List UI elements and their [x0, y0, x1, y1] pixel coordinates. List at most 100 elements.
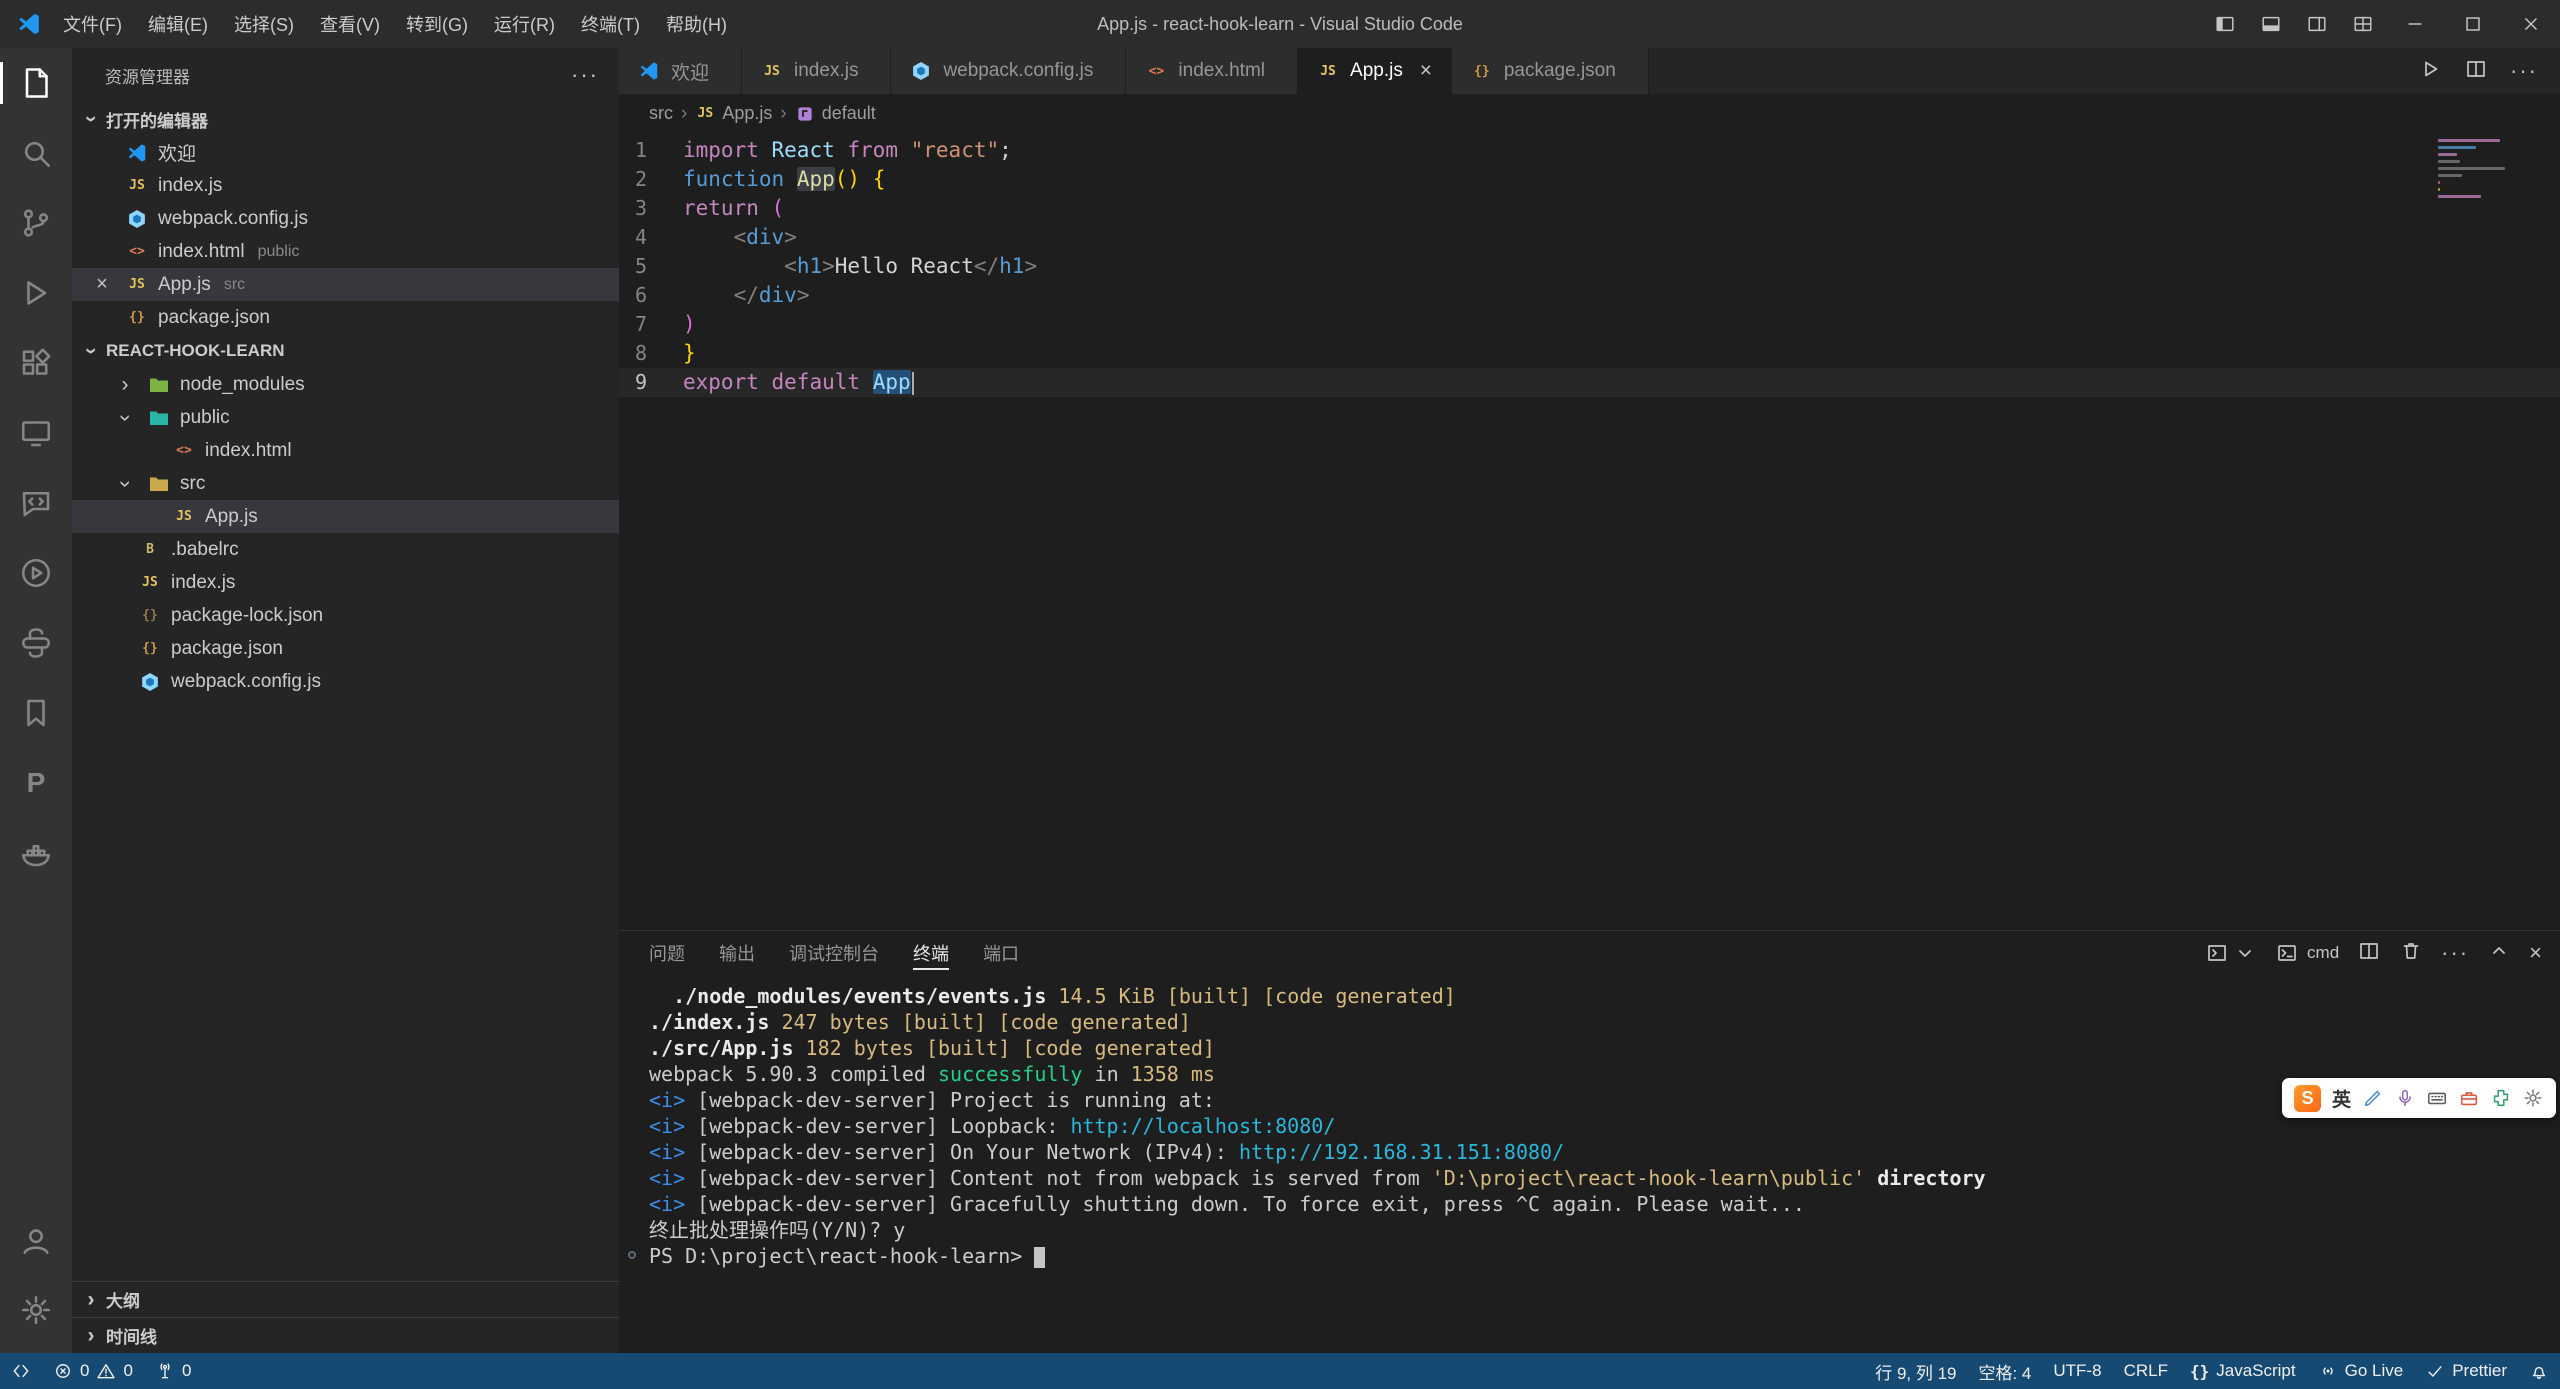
close-tab-icon[interactable]: ×	[1413, 58, 1439, 84]
panel-more-actions-button[interactable]: ···	[2441, 940, 2469, 966]
tab-webpack-config-js[interactable]: webpack.config.js	[891, 48, 1126, 94]
tree-item-webpack-config-js[interactable]: webpack.config.js	[72, 665, 619, 698]
terminal-profile-chip[interactable]: cmd	[2275, 941, 2339, 965]
tree-item-app-js[interactable]: JSApp.js	[72, 500, 619, 533]
workspace-root-header[interactable]: › REACT-HOOK-LEARN	[72, 334, 619, 368]
activity-item-project-manager[interactable]: P	[0, 748, 72, 818]
sidebar-section-outline[interactable]: ›大纲	[72, 1281, 619, 1317]
activity-item-explorer[interactable]	[0, 48, 72, 118]
status-item-language[interactable]: {}JavaScript	[2179, 1353, 2307, 1389]
activity-item-code-runner[interactable]	[0, 538, 72, 608]
activity-item-docker[interactable]	[0, 818, 72, 888]
tree-item-package-json[interactable]: {}package.json	[72, 632, 619, 665]
menu-item-g[interactable]: 转到(G)	[393, 0, 481, 48]
ime-keyboard-button[interactable]	[2426, 1087, 2448, 1109]
menu-item-h[interactable]: 帮助(H)	[653, 0, 740, 48]
sidebar-section-timeline[interactable]: ›时间线	[72, 1317, 619, 1353]
panel-tab-problems[interactable]: 问题	[649, 931, 685, 975]
close-editor-icon[interactable]: ×	[88, 273, 116, 296]
split-editor-button[interactable]	[2464, 57, 2488, 86]
menu-item-r[interactable]: 运行(R)	[481, 0, 568, 48]
run-file-button[interactable]	[2418, 57, 2442, 86]
ime-puzzle-button[interactable]	[2490, 1087, 2512, 1109]
ime-toolbox-button[interactable]	[2458, 1087, 2480, 1109]
status-item-problems[interactable]: 00	[42, 1353, 144, 1389]
menu-item-f[interactable]: 文件(F)	[50, 0, 135, 48]
status-item-encoding[interactable]: UTF-8	[2042, 1353, 2112, 1389]
open-editor-item-webpack-config-js[interactable]: webpack.config.js	[72, 202, 619, 235]
status-item-remote[interactable]	[0, 1353, 42, 1389]
status-item-notifications[interactable]	[2518, 1353, 2560, 1389]
status-item-go-live[interactable]: Go Live	[2307, 1353, 2415, 1389]
activity-item-remote-explorer[interactable]	[0, 398, 72, 468]
open-editor-item-item-0[interactable]: 欢迎	[72, 136, 619, 169]
activity-item-extensions[interactable]	[0, 328, 72, 398]
minimize-button[interactable]	[2386, 0, 2444, 48]
activity-item-search[interactable]	[0, 118, 72, 188]
open-editor-item-index-html[interactable]: <>index.htmlpublic	[72, 235, 619, 268]
ime-toolbar[interactable]: S 英	[2282, 1078, 2556, 1118]
tab-index-js[interactable]: JSindex.js	[742, 48, 891, 94]
ime-pen-button[interactable]	[2362, 1087, 2384, 1109]
panel-tab-terminal[interactable]: 终端	[913, 931, 949, 975]
ime-gear-button[interactable]	[2522, 1087, 2544, 1109]
ime-language-indicator[interactable]: 英	[2332, 1085, 2351, 1112]
editor-more-actions-button[interactable]: ···	[2510, 58, 2538, 84]
activity-item-account[interactable]	[0, 1205, 72, 1275]
toggle-secondary-sidebar-button[interactable]	[2294, 0, 2340, 48]
customize-layout-button[interactable]	[2340, 0, 2386, 48]
code-editor[interactable]: 1import React from "react";2function App…	[619, 133, 2560, 930]
minimap-line	[2438, 195, 2481, 198]
status-item-eol[interactable]: CRLF	[2113, 1353, 2179, 1389]
tree-item-package-lock-json[interactable]: {}package-lock.json	[72, 599, 619, 632]
menu-item-t[interactable]: 终端(T)	[568, 0, 653, 48]
tab-package-json[interactable]: {}package.json	[1452, 48, 1649, 94]
breadcrumb-item-src[interactable]: src	[649, 103, 673, 124]
terminal[interactable]: ./node_modules/events/events.js 14.5 KiB…	[619, 975, 2560, 1353]
menu-item-s[interactable]: 选择(S)	[221, 0, 307, 48]
status-item-indentation[interactable]: 空格: 4	[1967, 1353, 2042, 1389]
status-item-ports[interactable]: 0	[144, 1353, 202, 1389]
activity-item-source-control[interactable]	[0, 188, 72, 258]
tree-item-public[interactable]: ›public	[72, 401, 619, 434]
panel-tab-ports[interactable]: 端口	[983, 931, 1019, 975]
toggle-panel-button[interactable]	[2248, 0, 2294, 48]
kill-terminal-button[interactable]	[2399, 939, 2423, 968]
panel-tab-output[interactable]: 输出	[719, 931, 755, 975]
close-panel-button[interactable]: ×	[2529, 940, 2542, 966]
ime-mic-button[interactable]	[2394, 1087, 2416, 1109]
menu-item-v[interactable]: 查看(V)	[307, 0, 393, 48]
open-editor-item-package-json[interactable]: {}package.json	[72, 301, 619, 334]
tree-item-src[interactable]: ›src	[72, 467, 619, 500]
new-terminal-button[interactable]	[2205, 941, 2257, 965]
activity-item-bookmarks[interactable]	[0, 678, 72, 748]
open-editor-item-index-js[interactable]: JSindex.js	[72, 169, 619, 202]
menu-item-e[interactable]: 编辑(E)	[135, 0, 221, 48]
panel-tab-debug-console[interactable]: 调试控制台	[789, 931, 879, 975]
breadcrumb-item-default[interactable]: default	[795, 103, 876, 124]
breadcrumb-item-app-js[interactable]: JSApp.js	[695, 103, 772, 124]
open-editors-header[interactable]: › 打开的编辑器	[72, 102, 619, 136]
open-editor-item-app-js[interactable]: ×JSApp.jssrc	[72, 268, 619, 301]
activity-item-chat[interactable]	[0, 468, 72, 538]
close-button[interactable]	[2502, 0, 2560, 48]
activity-item-run-debug[interactable]	[0, 258, 72, 328]
tree-item-index-html[interactable]: <>index.html	[72, 434, 619, 467]
more-actions-icon[interactable]: ···	[571, 62, 599, 88]
tab-item-0[interactable]: 欢迎	[619, 48, 742, 94]
maximize-panel-button[interactable]	[2487, 939, 2511, 968]
tree-item-node-modules[interactable]: ›node_modules	[72, 368, 619, 401]
toggle-primary-sidebar-button[interactable]	[2202, 0, 2248, 48]
activity-item-settings[interactable]	[0, 1275, 72, 1345]
sogou-logo-icon[interactable]: S	[2294, 1085, 2321, 1112]
tab-index-html[interactable]: <>index.html	[1126, 48, 1298, 94]
tree-item-index-js[interactable]: JSindex.js	[72, 566, 619, 599]
split-terminal-button[interactable]	[2357, 939, 2381, 968]
tree-item-babelrc[interactable]: B.babelrc	[72, 533, 619, 566]
minimap[interactable]	[2438, 139, 2534, 202]
tab-app-js[interactable]: JSApp.js×	[1298, 48, 1452, 94]
status-item-cursor-position[interactable]: 行 9, 列 19	[1864, 1353, 1967, 1389]
status-item-prettier[interactable]: Prettier	[2414, 1353, 2518, 1389]
maximize-button[interactable]	[2444, 0, 2502, 48]
activity-item-python[interactable]	[0, 608, 72, 678]
